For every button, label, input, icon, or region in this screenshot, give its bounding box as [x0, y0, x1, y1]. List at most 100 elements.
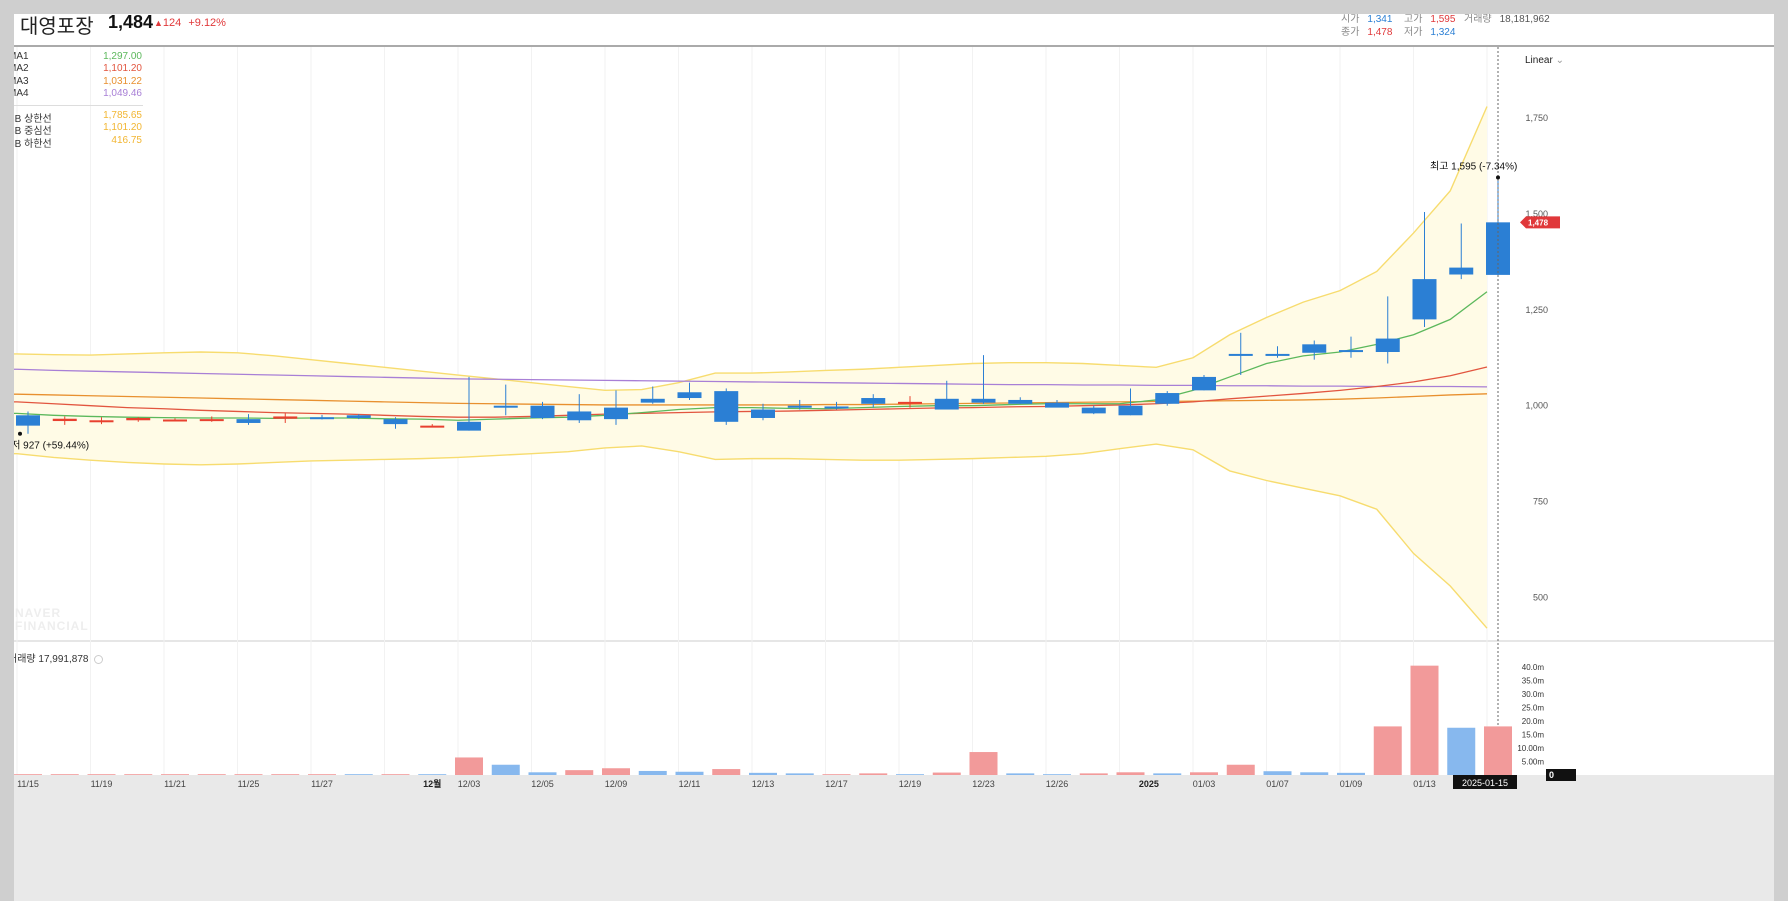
- candle-body: [898, 401, 922, 404]
- x-tick-label: 12/19: [899, 779, 922, 789]
- x-tick-label: 12월: [423, 778, 441, 789]
- candle-body: [604, 407, 628, 420]
- volume-tick-label: 25.0m: [1522, 704, 1545, 713]
- candle-body: [1412, 279, 1437, 320]
- ma-legend-label: MA1: [14, 51, 29, 62]
- legend-divider: [14, 105, 143, 106]
- low-marker: [18, 431, 22, 436]
- candle-body: [199, 419, 224, 422]
- volume-bar: [1484, 726, 1512, 775]
- candle-body: [16, 415, 40, 426]
- candle-body: [971, 398, 996, 403]
- scale-mode-label: Linear: [1525, 55, 1553, 66]
- volume-bar: [1373, 726, 1402, 775]
- candle-body: [457, 421, 481, 431]
- volume-bar: [161, 774, 189, 775]
- chart-frame: 대영포장 1,484 ▲124 +9.12% 시가 1,341 종가 1,478 고…: [14, 14, 1774, 901]
- volume-bar: [1116, 772, 1145, 775]
- low-annotation: 최저 927 (+59.44%): [14, 440, 89, 452]
- candle-body: [1449, 267, 1474, 275]
- volume-bar: [602, 768, 630, 775]
- candle-body: [1045, 402, 1069, 408]
- volume-bar: [234, 774, 263, 775]
- x-tick-label: 01/09: [1340, 779, 1363, 789]
- volume-panel-label: 거래량 17,991,878: [14, 650, 104, 665]
- y-tick-label: 750: [1533, 497, 1548, 507]
- x-tick-label: 12/17: [825, 779, 848, 789]
- x-tick-label: 12/05: [531, 779, 554, 789]
- candle-body: [1228, 353, 1253, 356]
- volume-bar: [859, 773, 888, 775]
- ma-legend-value: 1,031.22: [103, 75, 142, 87]
- x-tick-label: 12/11: [679, 779, 701, 789]
- volume-bar: [565, 770, 594, 775]
- bb-legend-value: 1,101.20: [103, 122, 142, 134]
- scale-mode-dropdown[interactable]: Linear ⌄: [1525, 55, 1564, 66]
- volume-bar: [638, 770, 667, 775]
- volume-bar: [491, 764, 520, 775]
- volume-bar: [1153, 773, 1182, 775]
- candle-body: [824, 406, 849, 409]
- candle-body: [530, 405, 555, 418]
- x-tick-label: 2025: [1139, 779, 1159, 789]
- volume-bar: [1006, 773, 1035, 775]
- volume-panel-value: 17,991,878: [38, 654, 89, 665]
- volume-panel-title: 거래량: [14, 654, 36, 665]
- watermark-line-2: FINANCIAL: [15, 619, 89, 633]
- volume-bar: [308, 774, 336, 775]
- volume-bar: [381, 774, 410, 775]
- candle-body: [383, 419, 408, 425]
- y-tick-label: 500: [1533, 593, 1548, 603]
- candle-body: [714, 391, 739, 422]
- volume-bar: [1337, 772, 1365, 775]
- candle-body: [751, 409, 775, 418]
- volume-bar: [87, 774, 116, 775]
- volume-bar: [197, 774, 226, 775]
- candle-body: [420, 425, 445, 428]
- volume-bar: [1447, 727, 1476, 775]
- volume-bar: [822, 774, 851, 775]
- bb-legend-value: 416.75: [111, 134, 142, 146]
- price-chart[interactable]: 1,7501,5001,2501,0007505001,478최고 1,595 …: [14, 14, 1774, 901]
- volume-bar: [712, 769, 741, 775]
- volume-tick-label: 20.0m: [1522, 717, 1545, 726]
- x-tick-label: 12/03: [458, 779, 481, 789]
- candle-body: [310, 417, 334, 420]
- volume-bar: [969, 752, 998, 775]
- ma-legend-value: 1,101.20: [103, 63, 142, 75]
- volume-bar: [14, 774, 42, 775]
- volume-tick-label: 40.0m: [1522, 663, 1545, 672]
- volume-tick-label: 0: [1549, 770, 1554, 780]
- volume-bar: [896, 774, 924, 775]
- ma-legend-row: MA4 1,049.46: [14, 88, 142, 99]
- volume-tick-label: 10.00m: [1517, 744, 1544, 753]
- volume-bar: [124, 774, 153, 775]
- volume-bar: [455, 757, 483, 775]
- candle-body: [236, 419, 261, 423]
- volume-bar: [1043, 774, 1071, 775]
- candle-body: [163, 419, 187, 422]
- volume-bar: [528, 772, 557, 775]
- x-tick-label: 11/15: [17, 779, 39, 789]
- volume-tick-label: 15.0m: [1522, 731, 1545, 740]
- candle-body: [567, 411, 592, 421]
- candle-body: [273, 416, 298, 419]
- candle-body: [1265, 353, 1290, 356]
- selected-date-label: 2025-01-15: [1462, 778, 1508, 788]
- candle-body: [1339, 350, 1363, 353]
- candle-body: [1081, 407, 1106, 414]
- x-tick-label: 12/09: [605, 779, 628, 789]
- naver-financial-watermark: NAVER FINANCIAL: [15, 607, 89, 633]
- ma-legend-row: MA2 1,101.20: [14, 63, 142, 74]
- volume-bar: [418, 774, 447, 775]
- y-tick-label: 1,750: [1525, 113, 1548, 123]
- candle-body: [1008, 399, 1033, 404]
- settings-dot-icon[interactable]: [94, 654, 104, 664]
- volume-tick-label: 35.0m: [1522, 677, 1545, 686]
- candle-body: [1155, 393, 1180, 404]
- x-tick-label: 01/07: [1266, 779, 1289, 789]
- x-tick-label: 01/03: [1193, 779, 1216, 789]
- volume-bar: [1226, 764, 1255, 775]
- bb-legend-row: BB 하한선 416.75: [14, 135, 142, 150]
- volume-bar: [1300, 772, 1329, 775]
